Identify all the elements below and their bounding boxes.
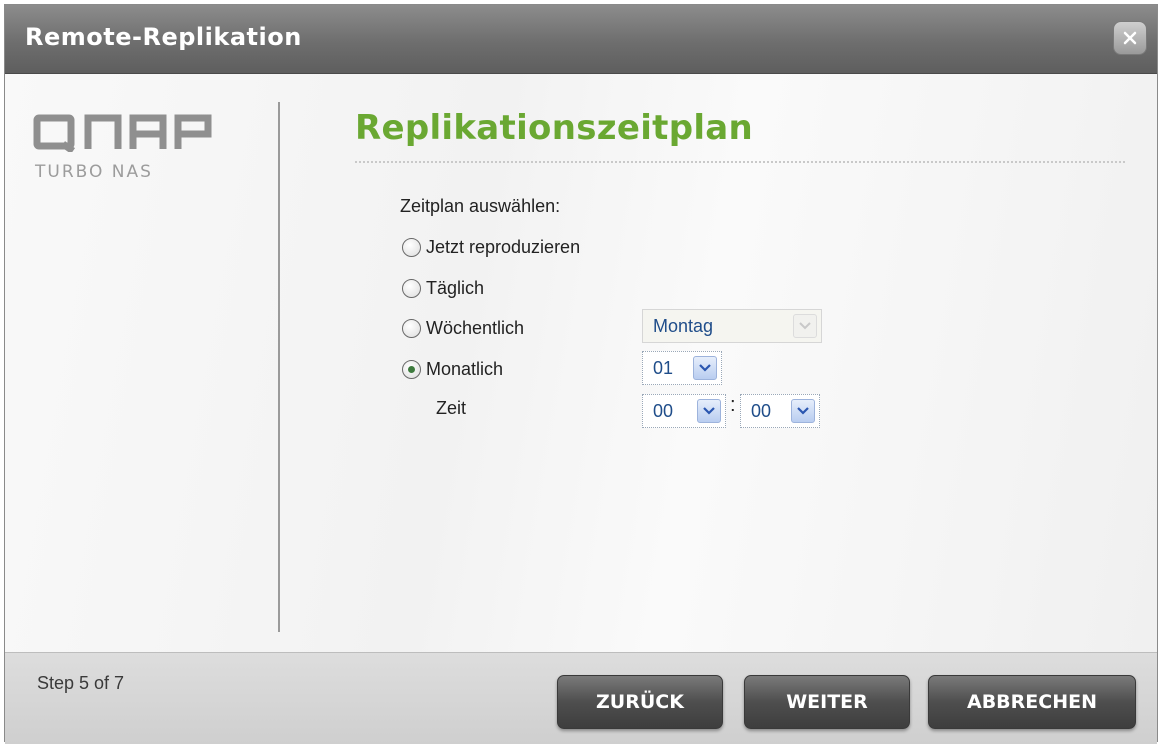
time-label: Zeit	[436, 398, 467, 418]
radio-option-monthly[interactable]: Monatlich	[402, 356, 503, 382]
time-separator: :	[730, 394, 736, 416]
radio-button-selected[interactable]	[402, 359, 421, 379]
title-bar[interactable]: Remote-Replikation	[5, 5, 1157, 74]
close-icon	[1123, 31, 1137, 45]
back-button[interactable]: ZURÜCK	[557, 675, 723, 729]
day-select[interactable]: 01	[642, 351, 722, 385]
radio-button[interactable]	[402, 318, 421, 338]
radio-button[interactable]	[402, 278, 421, 298]
hour-select[interactable]: 00	[642, 394, 726, 428]
vertical-divider	[278, 102, 280, 632]
radio-option-daily[interactable]: Täglich	[402, 275, 484, 301]
next-button[interactable]: WEITER	[744, 675, 910, 729]
minute-select-value: 00	[751, 400, 772, 421]
close-button[interactable]	[1113, 21, 1147, 55]
hour-select-value: 00	[653, 400, 674, 421]
minute-select[interactable]: 00	[740, 394, 820, 428]
dialog-body: TURBO NAS Replikationszeitplan Zeitplan …	[5, 74, 1157, 652]
page-title: Replikationszeitplan	[355, 108, 754, 148]
schedule-label: Zeitplan auswählen:	[400, 196, 561, 216]
chevron-down-icon	[793, 314, 817, 338]
qnap-logo	[33, 114, 212, 152]
radio-option-now[interactable]: Jetzt reproduzieren	[402, 234, 580, 260]
chevron-down-icon	[693, 356, 717, 380]
chevron-down-icon	[791, 399, 815, 423]
step-indicator: Step 5 of 7	[37, 673, 125, 693]
dotted-separator	[355, 161, 1125, 163]
radio-option-weekly[interactable]: Wöchentlich	[402, 315, 524, 341]
radio-label: Monatlich	[426, 358, 504, 379]
weekday-select[interactable]: Montag	[642, 309, 822, 343]
radio-label: Jetzt reproduzieren	[426, 236, 581, 257]
day-select-value: 01	[653, 357, 674, 378]
radio-label: Wöchentlich	[426, 317, 525, 338]
dialog-title: Remote-Replikation	[25, 23, 302, 51]
remote-replication-dialog: Remote-Replikation TURBO NAS Replikation…	[4, 4, 1158, 744]
weekday-select-value: Montag	[653, 315, 714, 336]
dialog-footer: Step 5 of 7 ZURÜCK WEITER ABBRECHEN	[5, 652, 1157, 744]
cancel-button[interactable]: ABBRECHEN	[928, 675, 1136, 729]
logo-subtitle: TURBO NAS	[35, 162, 153, 182]
chevron-down-icon	[697, 399, 721, 423]
radio-button[interactable]	[402, 237, 421, 257]
radio-label: Täglich	[426, 277, 485, 298]
